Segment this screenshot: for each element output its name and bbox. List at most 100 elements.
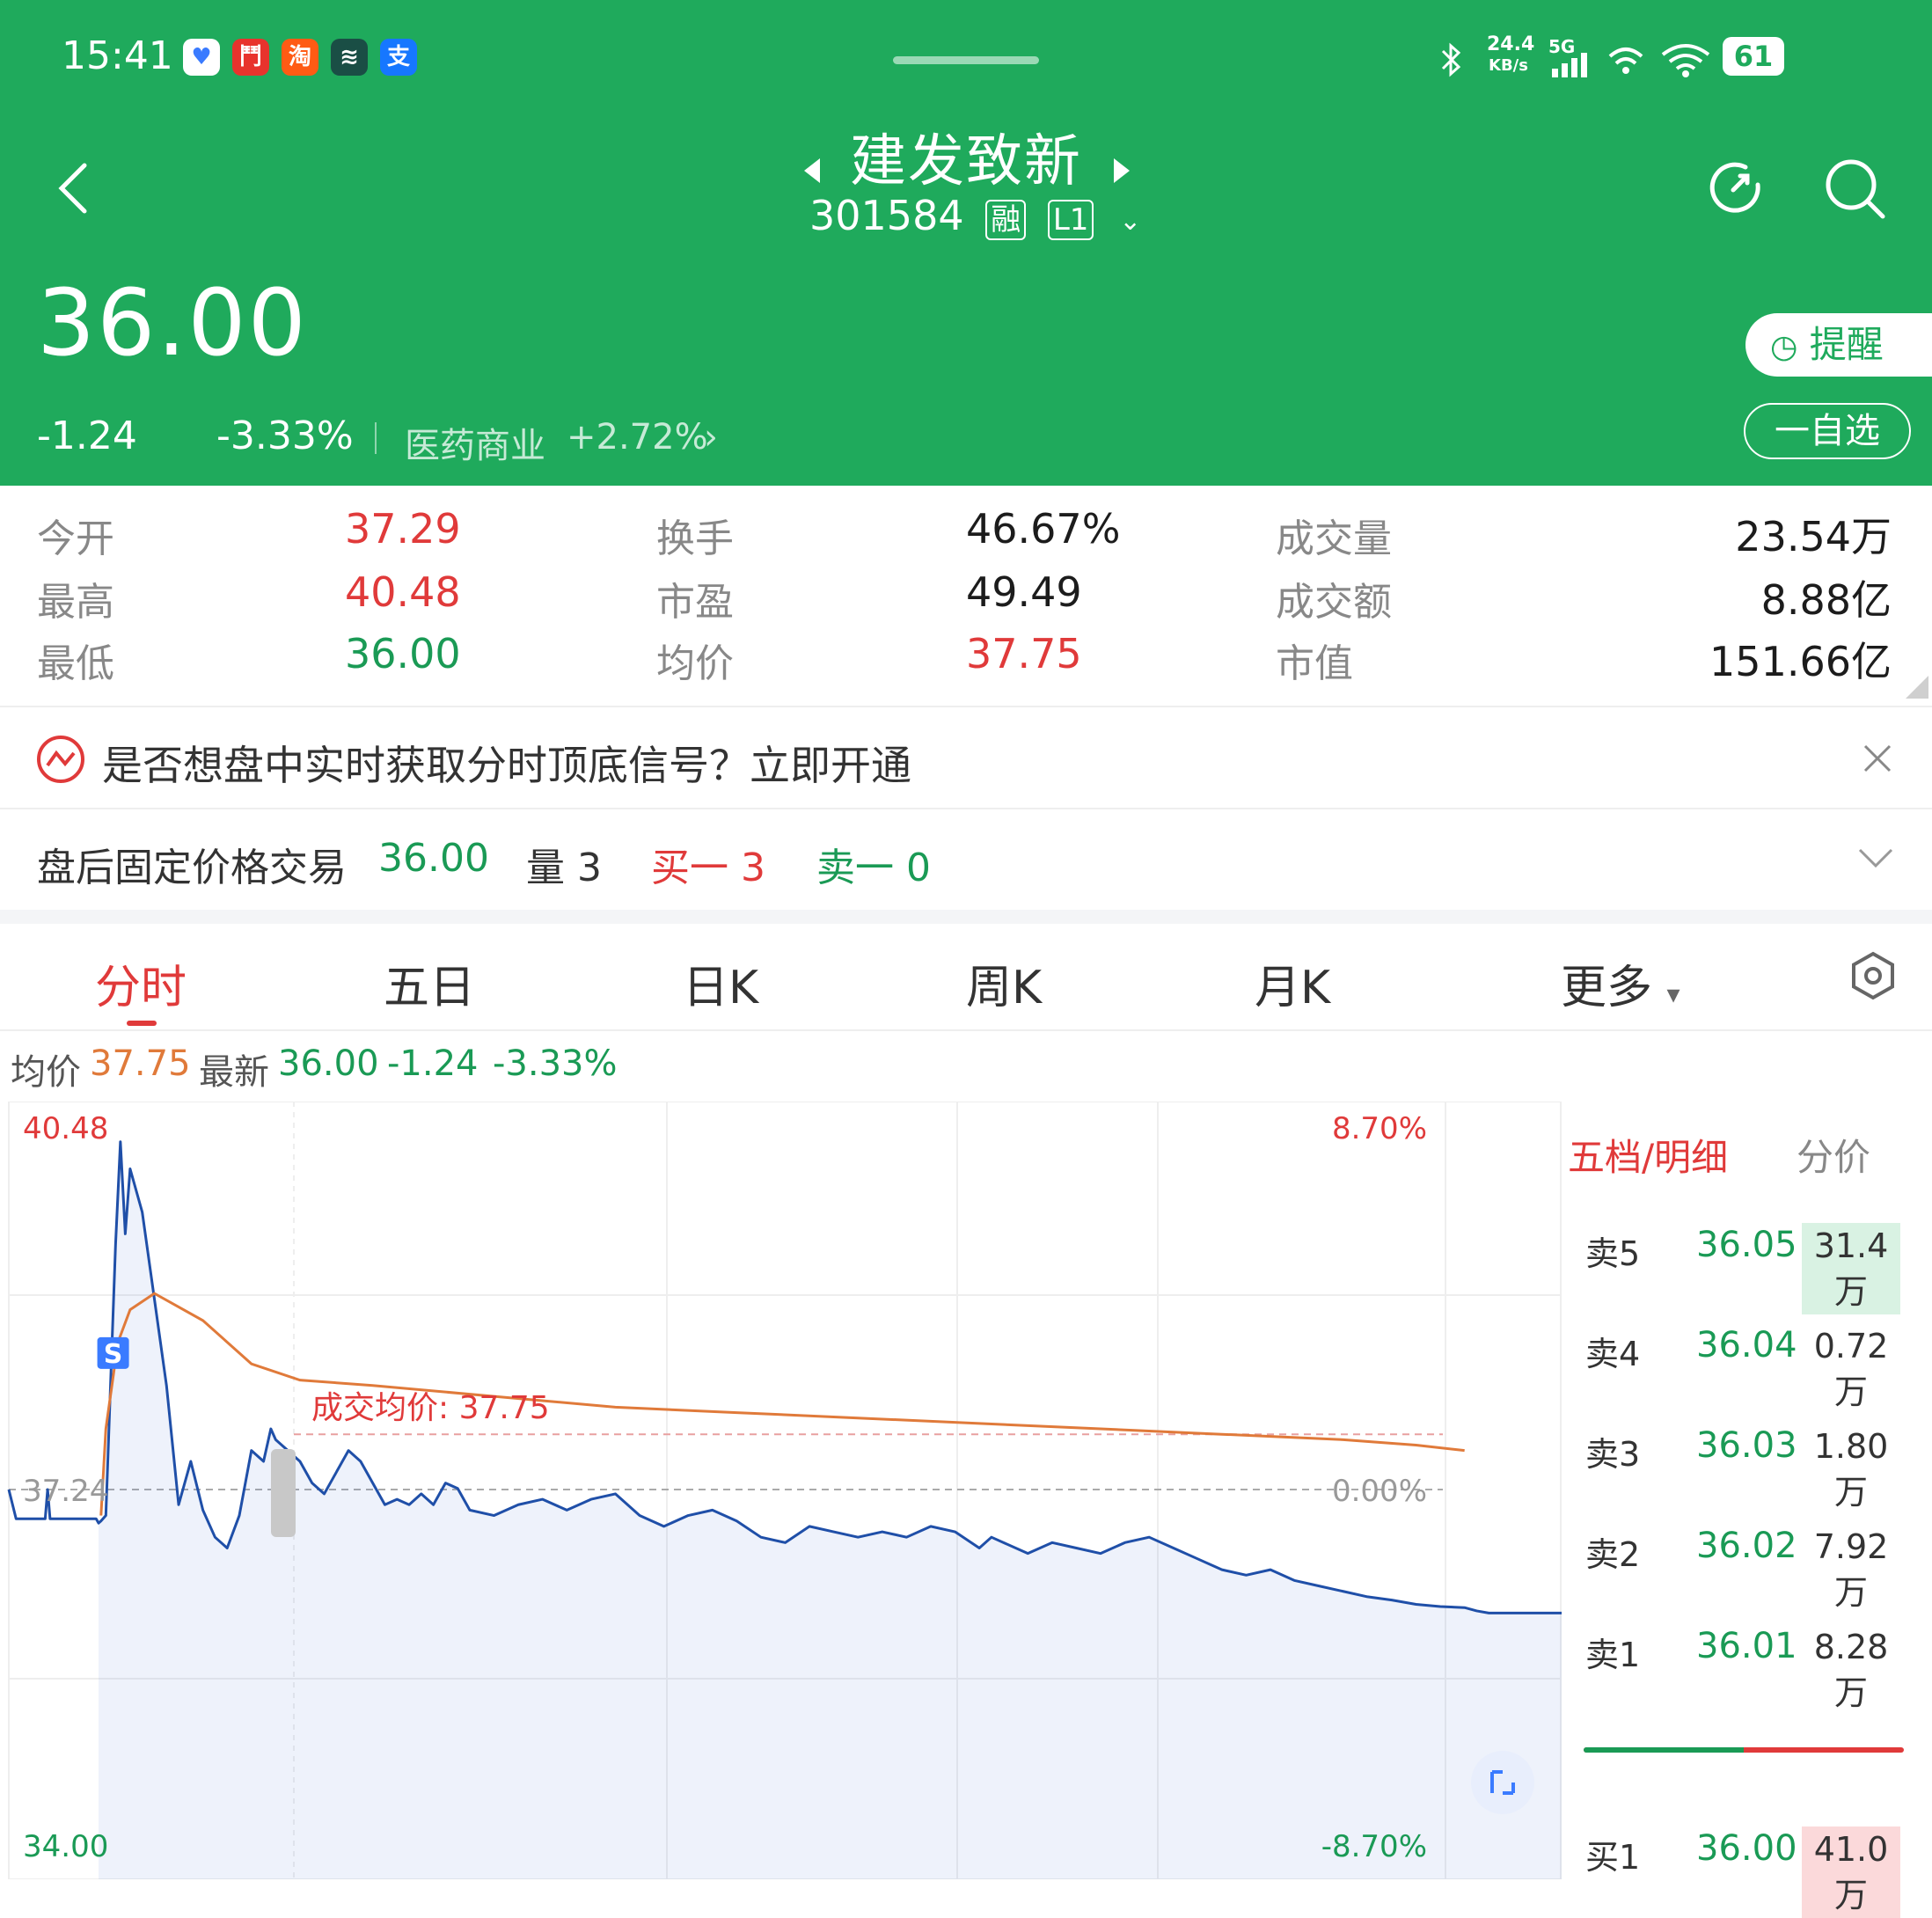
stat-label: 市盈 — [656, 580, 734, 625]
stat-label: 市值 — [1276, 641, 1353, 686]
divider — [0, 808, 1932, 809]
game-app-icon: 鬥 — [232, 39, 269, 76]
divider — [375, 422, 377, 454]
ask-volume: 7.92万 — [1813, 1527, 1889, 1612]
divider — [0, 1029, 1932, 1031]
ask-price[interactable]: 36.03 — [1696, 1425, 1797, 1466]
avg-price-value: 37.75 — [90, 1043, 191, 1084]
bell-icon: ◷ — [1770, 329, 1798, 365]
stock-title: 建发致新 — [850, 129, 1082, 194]
heart-app-icon: ♥ — [183, 39, 220, 76]
fullscreen-button[interactable] — [1471, 1751, 1534, 1814]
status-time: 15:41 — [62, 33, 173, 78]
ask-level-label: 卖5 — [1585, 1234, 1641, 1273]
battery-indicator: 61 — [1723, 37, 1784, 76]
wifi-icon — [1661, 44, 1710, 77]
next-stock-icon[interactable] — [1110, 155, 1135, 187]
ref-price-label: 37.24 — [23, 1474, 108, 1509]
taobao-app-icon: 淘 — [282, 39, 318, 76]
stat-label: 成交量 — [1276, 516, 1392, 561]
bluetooth-icon — [1441, 42, 1461, 77]
after-hours-ask: 卖一 0 — [816, 846, 931, 890]
ask-volume: 0.72万 — [1813, 1327, 1889, 1411]
net-speed: 24.4 — [1487, 33, 1535, 55]
buy-sell-ratio-bar — [1584, 1747, 1904, 1753]
stat-label: 换手 — [656, 516, 734, 561]
sector-name[interactable]: 医药商业 — [405, 417, 545, 468]
after-hours-price: 36.00 — [378, 836, 489, 881]
ask-price[interactable]: 36.05 — [1696, 1225, 1797, 1265]
tab-weekly-k[interactable]: 周K — [966, 950, 1042, 1016]
tab-intraday[interactable]: 分时 — [95, 950, 187, 1016]
stat-value: 37.29 — [345, 505, 461, 553]
sell-ratio-fill — [1584, 1747, 1744, 1753]
bid-price[interactable]: 36.00 — [1696, 1828, 1797, 1869]
drag-handle[interactable] — [893, 56, 1039, 64]
pct-min-label: -8.70% — [1321, 1829, 1427, 1864]
price-change-pct: -3.33% — [216, 414, 354, 458]
stat-label: 均价 — [656, 641, 734, 686]
close-icon[interactable] — [1860, 741, 1895, 776]
avg-price-annotation: 成交均价: 37.75 — [311, 1390, 550, 1426]
stat-value: 23.54万 — [1735, 513, 1892, 560]
stat-value: 36.00 — [345, 630, 461, 677]
price-change: -1.24 — [37, 414, 137, 458]
chevron-right-icon[interactable]: › — [704, 417, 718, 458]
expand-corner-icon[interactable] — [1904, 674, 1930, 700]
ask-volume: 8.28万 — [1813, 1628, 1889, 1712]
bid-volume: 41.0万 — [1802, 1826, 1900, 1918]
stat-value: 40.48 — [345, 568, 461, 616]
upgrade-banner[interactable]: 是否想盘中实时获取分时顶底信号？立即开通 — [102, 734, 911, 792]
remind-button[interactable]: ◷ 提醒 — [1745, 313, 1932, 377]
hotspot-wifi-icon — [1608, 48, 1643, 74]
ask-level-label: 卖2 — [1585, 1535, 1641, 1574]
search-icon[interactable] — [1823, 157, 1888, 222]
y-min-label: 34.00 — [23, 1829, 108, 1864]
stock-code-row[interactable]: 301584 融 L1 ⌄ — [809, 192, 1141, 240]
ask-level-label: 卖3 — [1585, 1435, 1641, 1474]
settings-icon[interactable] — [1848, 950, 1899, 1001]
refresh-icon[interactable] — [1707, 158, 1768, 220]
stat-value: 49.49 — [966, 568, 1082, 616]
section-gap — [0, 910, 1932, 924]
ask-volume: 31.4万 — [1802, 1223, 1900, 1314]
info-change: -1.24 — [387, 1043, 479, 1084]
stat-value: 8.88亿 — [1760, 576, 1892, 624]
sector-change[interactable]: +2.72% — [567, 417, 708, 458]
stat-label: 最低 — [37, 641, 114, 686]
ask-price[interactable]: 36.02 — [1696, 1526, 1797, 1566]
stat-label: 最高 — [37, 580, 114, 625]
chevron-down-icon[interactable] — [1856, 845, 1895, 871]
remove-watchlist-button[interactable]: 一自选 — [1744, 403, 1911, 459]
price-distribution-tab[interactable]: 分价 — [1797, 1128, 1870, 1182]
divider — [0, 706, 1932, 707]
stat-value: 151.66亿 — [1709, 638, 1892, 685]
ask-price[interactable]: 36.01 — [1696, 1626, 1797, 1666]
info-change-pct: -3.33% — [493, 1043, 618, 1084]
tab-five-day[interactable]: 五日 — [384, 950, 475, 1016]
stat-value: 46.67% — [966, 505, 1121, 553]
tab-monthly-k[interactable]: 月K — [1255, 950, 1330, 1016]
ask-level-label: 卖1 — [1585, 1636, 1641, 1674]
after-hours-volume: 量 3 — [526, 846, 602, 890]
alipay-app-icon: 支 — [380, 39, 417, 76]
margin-badge: 融 — [985, 200, 1027, 240]
caret-down-icon: ▾ — [1666, 979, 1680, 1010]
tab-more[interactable]: 更多 ▾ — [1561, 950, 1680, 1016]
header: 15:41 ♥ 鬥淘 ≋ 支 24.4 KB/s 5G 61 建发致新 301584 … — [0, 0, 1932, 486]
chevron-down-icon: ⌄ — [1119, 206, 1142, 237]
active-tab-indicator — [127, 1021, 157, 1026]
signal-icon — [1552, 53, 1587, 77]
pct-max-label: 8.70% — [1332, 1111, 1427, 1146]
orderbook-tab[interactable]: 五档/明细 — [1568, 1128, 1728, 1182]
remind-label: 提醒 — [1809, 323, 1884, 366]
intraday-chart[interactable]: S 40.48 34.00 37.24 8.70% -8.70% 0.00% 成交均价: 37… — [0, 1102, 1566, 1879]
ask-price[interactable]: 36.04 — [1696, 1325, 1797, 1365]
collapse-handle — [271, 1449, 296, 1537]
net-speed-unit: KB/s — [1489, 56, 1528, 75]
tab-daily-k[interactable]: 日K — [683, 950, 758, 1016]
signal-chart-icon — [37, 736, 84, 783]
avg-price-label: 均价 — [11, 1052, 81, 1093]
stock-code: 301584 — [809, 192, 964, 239]
last-price-label: 最新 — [199, 1052, 269, 1093]
